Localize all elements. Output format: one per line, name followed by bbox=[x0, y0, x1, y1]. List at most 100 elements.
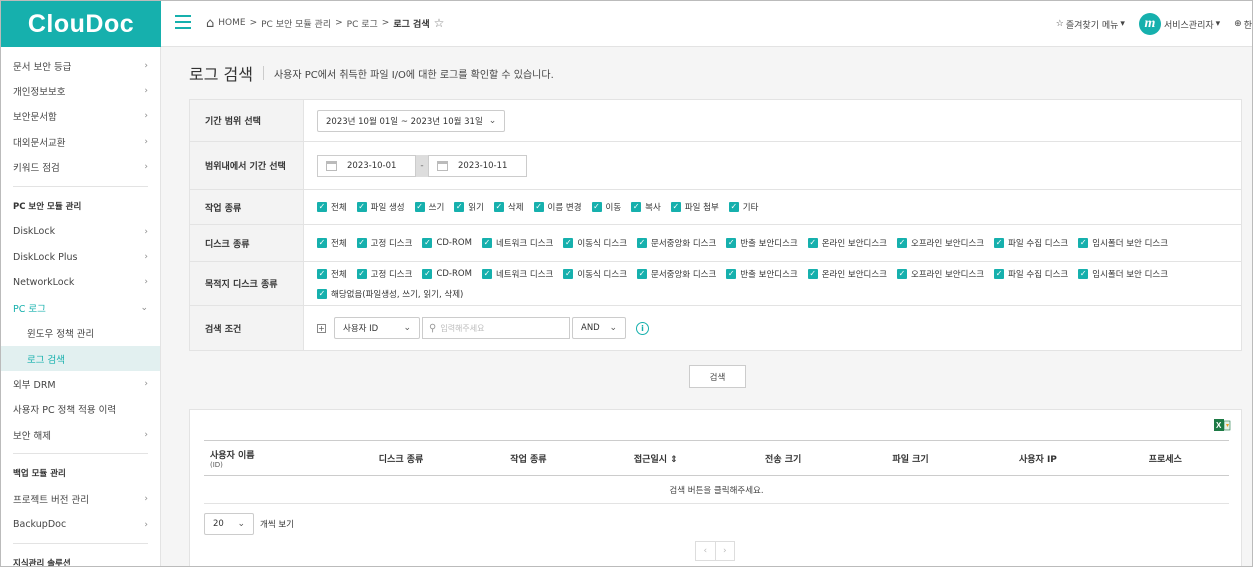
checkbox-option[interactable]: ✓ 파일 생성 bbox=[356, 200, 405, 214]
sidebar-item-project-version[interactable]: 프로젝트 버전 관리 › bbox=[1, 486, 160, 511]
checkbox-label: 오프라인 보안디스크 bbox=[911, 239, 985, 249]
home-icon[interactable]: ⌂ bbox=[206, 17, 214, 30]
checkbox-option[interactable]: ✓ 임시폴더 보안 디스크 bbox=[1078, 236, 1168, 250]
sidebar-item-networklock[interactable]: NetworkLock › bbox=[1, 270, 160, 295]
page-title: 로그 검색 bbox=[189, 65, 253, 84]
dest-disk-label: 목적지 디스크 종류 bbox=[190, 262, 304, 305]
checkbox-option[interactable]: ✓ 파일 첨부 bbox=[670, 200, 719, 214]
checkbox-label: 이동식 디스크 bbox=[577, 239, 628, 249]
chevron-right-icon: › bbox=[144, 378, 148, 389]
column-header[interactable]: 사용자 IP bbox=[974, 452, 1101, 465]
checkbox-option[interactable]: ✓ 이동 bbox=[591, 200, 621, 214]
menu-toggle-icon[interactable] bbox=[175, 15, 191, 29]
prev-page-button[interactable]: ‹ bbox=[696, 542, 716, 560]
checkbox-option[interactable]: ✓ 오프라인 보안디스크 bbox=[897, 236, 984, 250]
breadcrumb-item[interactable]: PC 보안 모듈 관리 bbox=[261, 17, 331, 30]
next-page-button[interactable]: › bbox=[716, 542, 735, 560]
disk-type-checkboxes: ✓ 전체 ✓ 고정 디스크 ✓ CD-ROM ✓ 네트워크 디스크 ✓ 이동식 디스크 ✓ 문서중앙화… bbox=[304, 225, 1241, 261]
checkbox-option[interactable]: ✓ 읽기 bbox=[454, 200, 484, 214]
column-header[interactable]: 파일 크기 bbox=[847, 452, 974, 465]
checkbox-option[interactable]: ✓ 전체 bbox=[317, 200, 347, 214]
column-header-sortable[interactable]: 접근일시 ⇕ bbox=[592, 452, 719, 465]
page-size-select[interactable]: 20 ⌄ bbox=[204, 513, 254, 535]
user-menu[interactable]: 서비스관리자 ▾ bbox=[1164, 18, 1220, 31]
checkbox-option[interactable]: ✓ 반출 보안디스크 bbox=[726, 236, 798, 250]
sidebar-item-doc-security-level[interactable]: 문서 보안 등급 › bbox=[1, 53, 160, 78]
checkbox-option[interactable]: ✓ 고정 디스크 bbox=[356, 236, 412, 250]
checkbox-option[interactable]: ✓ 해당없음(파일생성, 쓰기, 읽기, 삭제) bbox=[317, 287, 463, 301]
caret-down-icon: ▾ bbox=[1120, 19, 1125, 29]
checkbox-option[interactable]: ✓ 고정 디스크 bbox=[356, 267, 412, 281]
condition-field-select[interactable]: 사용자 ID ⌄ bbox=[334, 317, 420, 339]
checkbox-option[interactable]: ✓ 쓰기 bbox=[414, 200, 444, 214]
checkbox-option[interactable]: ✓ 문서중앙화 디스크 bbox=[637, 236, 716, 250]
checkbox-option[interactable]: ✓ 파일 수집 디스크 bbox=[994, 236, 1068, 250]
sidebar-item-pc-log[interactable]: PC 로그 ⌄ bbox=[1, 295, 160, 320]
sidebar-item-policy-history[interactable]: 사용자 PC 정책 적용 이력 bbox=[1, 397, 160, 422]
column-header[interactable]: 전송 크기 bbox=[720, 452, 847, 465]
checkbox-option[interactable]: ✓ 네트워크 디스크 bbox=[481, 267, 553, 281]
column-header[interactable]: 작업 종류 bbox=[465, 452, 592, 465]
column-header[interactable]: 프로세스 bbox=[1102, 452, 1229, 465]
add-condition-icon[interactable]: + bbox=[317, 323, 326, 333]
checkbox-option[interactable]: ✓ 임시폴더 보안 디스크 bbox=[1078, 267, 1168, 281]
sidebar-item-external-drm[interactable]: 외부 DRM › bbox=[1, 371, 160, 396]
search-button[interactable]: 검색 bbox=[689, 365, 746, 388]
page-description: 사용자 PC에서 취득한 파일 I/O에 대한 로그를 확인할 수 있습니다. bbox=[273, 69, 554, 81]
operator-select[interactable]: AND ⌄ bbox=[572, 317, 626, 339]
date-from-input[interactable]: 2023-10-01 bbox=[317, 154, 416, 177]
column-header[interactable]: 사용자 이름 (ID) bbox=[204, 448, 337, 469]
chevron-right-icon: › bbox=[144, 252, 148, 263]
checkbox-option[interactable]: ✓ 전체 bbox=[317, 236, 347, 250]
checkbox-option[interactable]: ✓ CD-ROM bbox=[422, 236, 472, 250]
sidebar-item-external-exchange[interactable]: 대외문서교환 › bbox=[1, 129, 160, 154]
checkbox-label: 전체 bbox=[331, 239, 347, 249]
sidebar-item-log-search[interactable]: 로그 검색 bbox=[1, 345, 160, 372]
checkbox-option[interactable]: ✓ 온라인 보안디스크 bbox=[807, 236, 887, 250]
excel-download-icon[interactable]: X bbox=[1214, 418, 1232, 432]
checkbox-option[interactable]: ✓ 이동식 디스크 bbox=[563, 267, 627, 281]
sidebar-item-window-policy[interactable]: 윈도우 정책 관리 bbox=[1, 321, 160, 346]
top-bar: ClouDoc ⌂ HOME > PC 보안 모듈 관리 > PC 로그 > 로… bbox=[1, 1, 1252, 47]
sidebar-item-security-release[interactable]: 보안 해제 › bbox=[1, 422, 160, 447]
checkbox-option[interactable]: ✓ 오프라인 보안디스크 bbox=[897, 267, 984, 281]
info-icon[interactable]: i bbox=[636, 321, 649, 335]
checkbox-option[interactable]: ✓ 삭제 bbox=[493, 200, 524, 214]
check-icon: ✓ bbox=[1078, 268, 1089, 279]
checkbox-option[interactable]: ✓ 네트워크 디스크 bbox=[481, 236, 553, 250]
star-icon[interactable]: ☆ bbox=[434, 16, 445, 30]
breadcrumb-home[interactable]: HOME bbox=[218, 18, 245, 28]
checkbox-option[interactable]: ✓ 기타 bbox=[728, 200, 758, 214]
checkbox-option[interactable]: ✓ 복사 bbox=[631, 200, 661, 214]
language-menu[interactable]: ⊕ 한 bbox=[1234, 18, 1252, 31]
avatar[interactable]: m bbox=[1138, 13, 1161, 35]
checkbox-option[interactable]: ✓ CD-ROM bbox=[422, 267, 472, 281]
checkbox-option[interactable]: ✓ 온라인 보안디스크 bbox=[807, 267, 887, 281]
checkbox-label: 이름 변경 bbox=[547, 203, 582, 213]
logo[interactable]: ClouDoc bbox=[1, 1, 161, 47]
work-type-checkboxes: ✓ 전체 ✓ 파일 생성 ✓ 쓰기 ✓ 읽기 ✓ 삭제 ✓ 이름 변경 ✓ 이동 ✓ 복사 ✓ 파일 첨부 ✓ 기타 bbox=[304, 190, 1241, 224]
condition-row: 검색 조건 + 사용자 ID ⌄ ⚲ 입력해주세요 AND ⌄ i bbox=[190, 306, 1241, 350]
sidebar-item-backupdoc[interactable]: BackupDoc › bbox=[1, 512, 160, 537]
favorites-menu[interactable]: ☆ 즐겨찾기 메뉴 ▾ bbox=[1056, 18, 1125, 31]
sidebar-item-privacy[interactable]: 개인정보보호 › bbox=[1, 78, 160, 103]
checkbox-label: 파일 생성 bbox=[370, 203, 405, 213]
checkbox-option[interactable]: ✓ 파일 수집 디스크 bbox=[994, 267, 1068, 281]
search-input[interactable]: ⚲ 입력해주세요 bbox=[422, 317, 570, 339]
check-icon: ✓ bbox=[807, 268, 818, 279]
period-select[interactable]: 2023년 10월 01일 ~ 2023년 10월 31일 ⌄ bbox=[317, 109, 506, 132]
checkbox-option[interactable]: ✓ 문서중앙화 디스크 bbox=[637, 267, 716, 281]
checkbox-option[interactable]: ✓ 반출 보안디스크 bbox=[726, 267, 798, 281]
checkbox-option[interactable]: ✓ 이동식 디스크 bbox=[563, 236, 627, 250]
chevron-down-icon: ⌄ bbox=[237, 519, 245, 529]
date-to-input[interactable]: 2023-10-11 bbox=[428, 154, 527, 177]
checkbox-option[interactable]: ✓ 전체 bbox=[317, 267, 347, 281]
chevron-down-icon: ⌄ bbox=[488, 115, 497, 126]
sidebar-item-secure-docs[interactable]: 보안문서함 › bbox=[1, 104, 160, 129]
checkbox-option[interactable]: ✓ 이름 변경 bbox=[533, 200, 582, 214]
breadcrumb-item[interactable]: PC 로그 bbox=[347, 17, 378, 30]
sidebar-item-disklock-plus[interactable]: DiskLock Plus › bbox=[1, 244, 160, 269]
sidebar-item-disklock[interactable]: DiskLock › bbox=[1, 219, 160, 244]
sidebar-item-keyword-check[interactable]: 키워드 점검 › bbox=[1, 155, 160, 180]
column-header[interactable]: 디스크 종류 bbox=[337, 452, 464, 465]
